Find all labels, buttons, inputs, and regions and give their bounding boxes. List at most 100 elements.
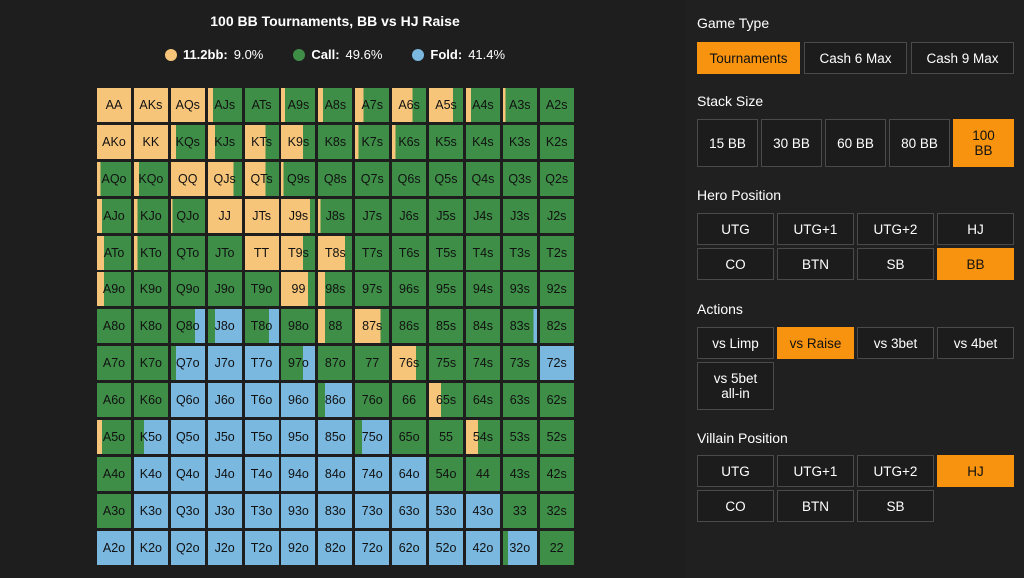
hand-cell-K5s[interactable]: K5s bbox=[429, 124, 464, 159]
stack-size-100-bb-button[interactable]: 100 BB bbox=[953, 119, 1014, 167]
hand-cell-T3o[interactable]: T3o bbox=[244, 493, 279, 528]
hand-cell-63o[interactable]: 63o bbox=[392, 493, 427, 528]
hand-cell-66[interactable]: 66 bbox=[392, 383, 427, 418]
actions-vs-4bet-button[interactable]: vs 4bet bbox=[937, 327, 1014, 359]
hand-cell-T4o[interactable]: T4o bbox=[244, 456, 279, 491]
actions-vs-limp-button[interactable]: vs Limp bbox=[697, 327, 774, 359]
villain-position-hj-button[interactable]: HJ bbox=[937, 455, 1014, 487]
hand-cell-Q6s[interactable]: Q6s bbox=[392, 161, 427, 196]
hand-cell-A7o[interactable]: A7o bbox=[97, 346, 131, 381]
hand-cell-K2o[interactable]: K2o bbox=[133, 530, 168, 565]
hand-cell-53s[interactable]: 53s bbox=[502, 420, 537, 455]
villain-position-btn-button[interactable]: BTN bbox=[777, 490, 854, 522]
hand-cell-98o[interactable]: 98o bbox=[281, 309, 316, 344]
hand-cell-KQo[interactable]: KQo bbox=[133, 161, 168, 196]
hand-cell-KJo[interactable]: KJo bbox=[133, 198, 168, 233]
villain-position-utg-plus-1-button[interactable]: UTG+1 bbox=[777, 455, 854, 487]
hand-cell-96s[interactable]: 96s bbox=[392, 272, 427, 307]
hand-cell-Q9o[interactable]: Q9o bbox=[170, 272, 205, 307]
hand-cell-KK[interactable]: KK bbox=[133, 124, 168, 159]
stack-size-30-bb-button[interactable]: 30 BB bbox=[761, 119, 822, 167]
hand-cell-42s[interactable]: 42s bbox=[539, 456, 574, 491]
hand-cell-T8o[interactable]: T8o bbox=[244, 309, 279, 344]
hand-cell-63s[interactable]: 63s bbox=[502, 383, 537, 418]
hand-cell-T8s[interactable]: T8s bbox=[318, 235, 353, 270]
hand-cell-Q6o[interactable]: Q6o bbox=[170, 383, 205, 418]
hand-cell-85s[interactable]: 85s bbox=[429, 309, 464, 344]
hand-cell-Q8s[interactable]: Q8s bbox=[318, 161, 353, 196]
hand-cell-AKo[interactable]: AKo bbox=[97, 124, 131, 159]
hand-cell-J4s[interactable]: J4s bbox=[465, 198, 500, 233]
hand-cell-73o[interactable]: 73o bbox=[355, 493, 390, 528]
hand-cell-83s[interactable]: 83s bbox=[502, 309, 537, 344]
hand-cell-Q3s[interactable]: Q3s bbox=[502, 161, 537, 196]
hand-cell-95o[interactable]: 95o bbox=[281, 420, 316, 455]
hand-cell-96o[interactable]: 96o bbox=[281, 383, 316, 418]
hand-cell-K5o[interactable]: K5o bbox=[133, 420, 168, 455]
hand-cell-Q2o[interactable]: Q2o bbox=[170, 530, 205, 565]
hand-cell-52s[interactable]: 52s bbox=[539, 420, 574, 455]
hand-cell-J2o[interactable]: J2o bbox=[207, 530, 242, 565]
villain-position-co-button[interactable]: CO bbox=[697, 490, 774, 522]
hand-cell-84o[interactable]: 84o bbox=[318, 456, 353, 491]
hand-cell-Q2s[interactable]: Q2s bbox=[539, 161, 574, 196]
hand-cell-T6o[interactable]: T6o bbox=[244, 383, 279, 418]
hand-cell-J8s[interactable]: J8s bbox=[318, 198, 353, 233]
hand-cell-JTo[interactable]: JTo bbox=[207, 235, 242, 270]
hand-cell-A7s[interactable]: A7s bbox=[355, 88, 390, 122]
hand-cell-J6s[interactable]: J6s bbox=[392, 198, 427, 233]
hero-position-bb-button[interactable]: BB bbox=[937, 248, 1014, 280]
hand-cell-T6s[interactable]: T6s bbox=[392, 235, 427, 270]
hand-cell-93s[interactable]: 93s bbox=[502, 272, 537, 307]
hand-cell-K9s[interactable]: K9s bbox=[281, 124, 316, 159]
hand-cell-33[interactable]: 33 bbox=[502, 493, 537, 528]
hand-cell-QTo[interactable]: QTo bbox=[170, 235, 205, 270]
villain-position-sb-button[interactable]: SB bbox=[857, 490, 934, 522]
hand-cell-84s[interactable]: 84s bbox=[465, 309, 500, 344]
hand-cell-87s[interactable]: 87s bbox=[355, 309, 390, 344]
hand-cell-J3s[interactable]: J3s bbox=[502, 198, 537, 233]
hand-cell-75s[interactable]: 75s bbox=[429, 346, 464, 381]
hand-cell-T4s[interactable]: T4s bbox=[465, 235, 500, 270]
hero-position-hj-button[interactable]: HJ bbox=[937, 213, 1014, 245]
hand-cell-97o[interactable]: 97o bbox=[281, 346, 316, 381]
hand-cell-Q7s[interactable]: Q7s bbox=[355, 161, 390, 196]
hand-cell-Q7o[interactable]: Q7o bbox=[170, 346, 205, 381]
hand-cell-77[interactable]: 77 bbox=[355, 346, 390, 381]
hand-cell-A4s[interactable]: A4s bbox=[465, 88, 500, 122]
hand-cell-75o[interactable]: 75o bbox=[355, 420, 390, 455]
hero-position-co-button[interactable]: CO bbox=[697, 248, 774, 280]
hand-cell-K8o[interactable]: K8o bbox=[133, 309, 168, 344]
hand-cell-74o[interactable]: 74o bbox=[355, 456, 390, 491]
actions-vs-raise-button[interactable]: vs Raise bbox=[777, 327, 854, 359]
hand-cell-J8o[interactable]: J8o bbox=[207, 309, 242, 344]
hand-cell-A5s[interactable]: A5s bbox=[429, 88, 464, 122]
hand-cell-55[interactable]: 55 bbox=[429, 420, 464, 455]
hand-cell-85o[interactable]: 85o bbox=[318, 420, 353, 455]
hand-cell-J4o[interactable]: J4o bbox=[207, 456, 242, 491]
hand-cell-K3s[interactable]: K3s bbox=[502, 124, 537, 159]
stack-size-80-bb-button[interactable]: 80 BB bbox=[889, 119, 950, 167]
hero-position-utg-plus-2-button[interactable]: UTG+2 bbox=[857, 213, 934, 245]
hand-cell-76s[interactable]: 76s bbox=[392, 346, 427, 381]
hand-cell-Q4s[interactable]: Q4s bbox=[465, 161, 500, 196]
hand-cell-87o[interactable]: 87o bbox=[318, 346, 353, 381]
hand-cell-K2s[interactable]: K2s bbox=[539, 124, 574, 159]
hand-cell-Q4o[interactable]: Q4o bbox=[170, 456, 205, 491]
hand-cell-A4o[interactable]: A4o bbox=[97, 456, 131, 491]
actions-vs-5bet-all-in-button[interactable]: vs 5bet all-in bbox=[697, 362, 774, 410]
hand-cell-54s[interactable]: 54s bbox=[465, 420, 500, 455]
hand-cell-AJo[interactable]: AJo bbox=[97, 198, 131, 233]
hand-cell-92o[interactable]: 92o bbox=[281, 530, 316, 565]
game-type-cash-6-max-button[interactable]: Cash 6 Max bbox=[804, 42, 907, 74]
hand-cell-T5o[interactable]: T5o bbox=[244, 420, 279, 455]
hand-cell-TT[interactable]: TT bbox=[244, 235, 279, 270]
hand-cell-ATs[interactable]: ATs bbox=[244, 88, 279, 122]
hand-cell-65o[interactable]: 65o bbox=[392, 420, 427, 455]
hand-cell-A9s[interactable]: A9s bbox=[281, 88, 316, 122]
hand-cell-JTs[interactable]: JTs bbox=[244, 198, 279, 233]
hand-cell-98s[interactable]: 98s bbox=[318, 272, 353, 307]
hand-cell-T7s[interactable]: T7s bbox=[355, 235, 390, 270]
hand-cell-Q5s[interactable]: Q5s bbox=[429, 161, 464, 196]
hand-cell-A9o[interactable]: A9o bbox=[97, 272, 131, 307]
